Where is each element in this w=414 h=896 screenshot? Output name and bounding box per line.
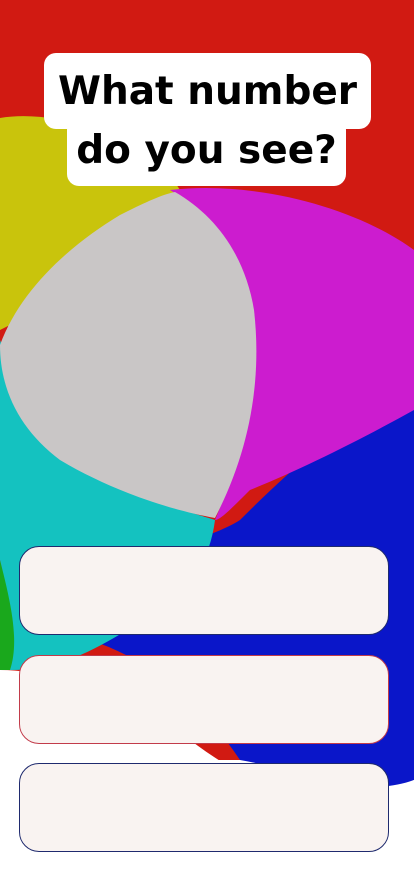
answer-option-1[interactable] [19,546,389,635]
answer-option-2[interactable] [19,655,389,744]
color-blindness-test-screen: What number do you see? [0,0,414,896]
question-line-2: do you see? [67,118,346,186]
answer-option-3[interactable] [19,763,389,852]
question-title: What number do you see? [0,0,414,200]
